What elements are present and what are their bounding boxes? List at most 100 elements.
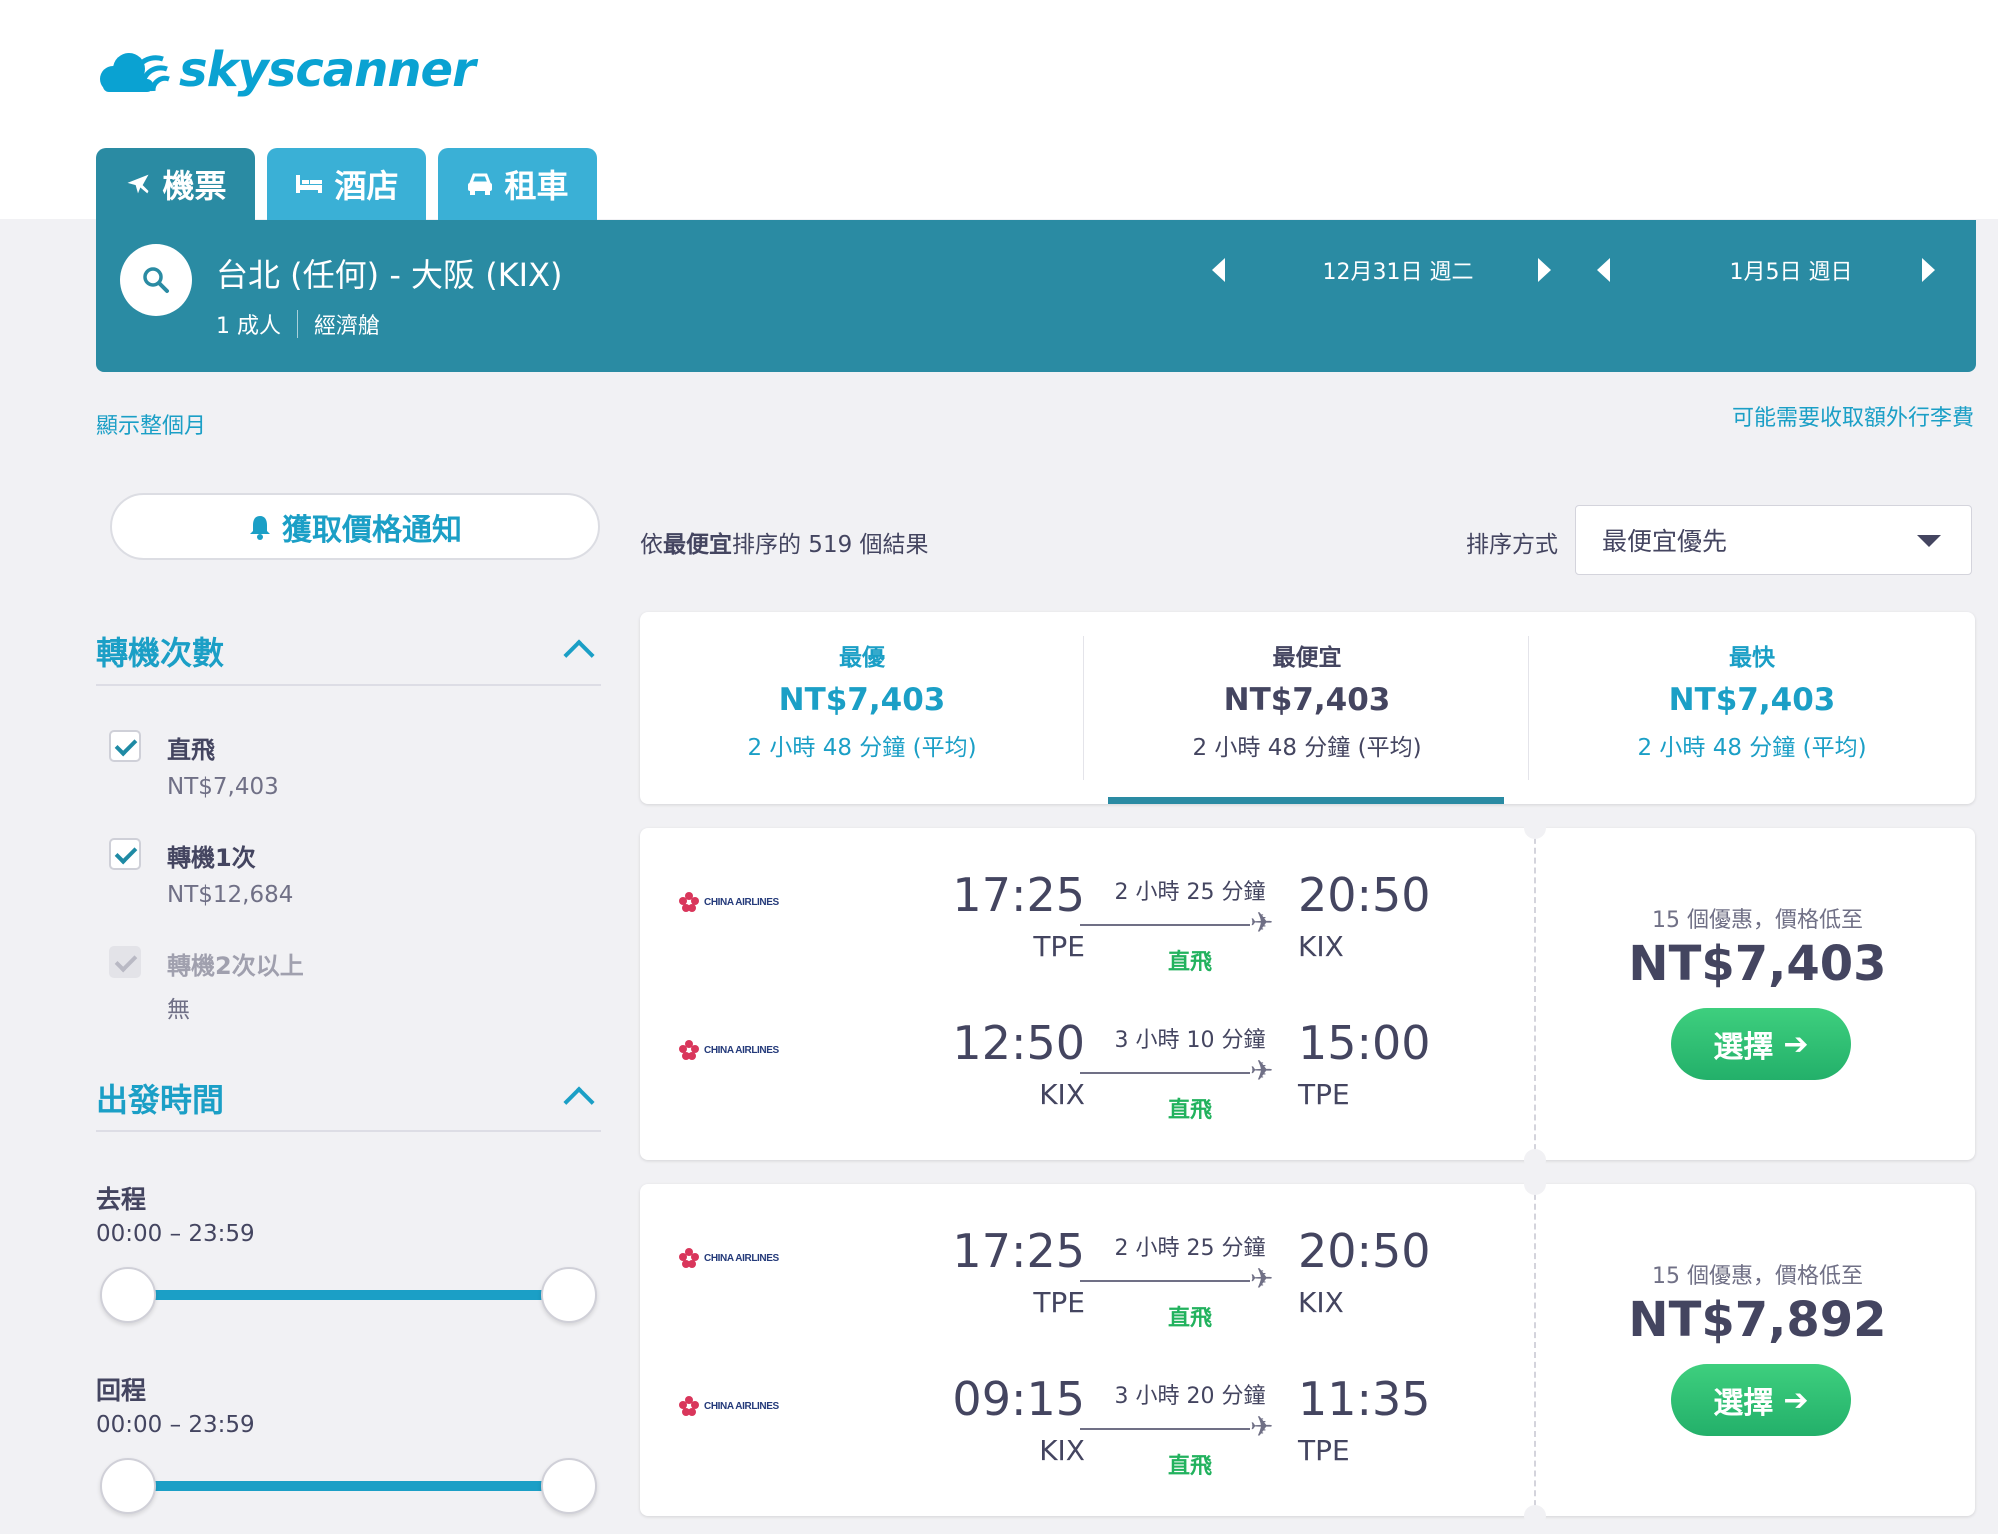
cabin-class: 經濟艙 <box>314 314 381 339</box>
summary-fastest[interactable]: 最快 NT$7,403 2 小時 48 分鐘 (平均) <box>1530 638 1974 762</box>
summary-duration: 2 小時 48 分鐘 (平均) <box>1637 735 1867 761</box>
caret-down-icon <box>1917 535 1941 547</box>
two-plus-stops-price: 無 <box>167 997 190 1023</box>
divider <box>96 684 601 686</box>
divider <box>1528 636 1529 780</box>
airline-logo: CHINA AIRLINES <box>678 1392 798 1420</box>
search-summary-bar[interactable]: 台北 (任何) - 大阪 (KIX) 1 成人 經濟艙 12月31日 週二 1月… <box>96 220 1976 372</box>
car-icon <box>468 173 493 195</box>
arrive-airport: KIX <box>1298 930 1344 963</box>
tab-car-hire[interactable]: 租車 <box>438 148 597 220</box>
arrive-airport: TPE <box>1298 1434 1350 1467</box>
outbound-label: 去程 <box>96 1185 147 1214</box>
depart-date[interactable]: 12月31日 週二 <box>1298 250 1498 290</box>
itinerary-card[interactable]: CHINA AIRLINES 17:25 TPE 2 小時 25 分鐘 ✈ 直飛… <box>640 817 1975 1171</box>
next-return-date <box>1922 250 1935 290</box>
chevron-up-icon[interactable] <box>563 639 595 671</box>
airline-name: CHINA AIRLINES <box>704 896 779 908</box>
sort-select[interactable]: 最便宜優先 <box>1575 505 1972 575</box>
depart-time: 17:25 <box>952 868 1085 922</box>
plane-icon: ✈ <box>1250 1054 1274 1087</box>
summary-duration: 2 小時 48 分鐘 (平均) <box>747 735 977 761</box>
outbound-leg: CHINA AIRLINES 17:25 TPE 2 小時 25 分鐘 ✈ 直飛… <box>640 1184 1530 1332</box>
prev-return-date <box>1597 250 1610 290</box>
flight-duration: 2 小時 25 分鐘 <box>1114 880 1266 905</box>
depart-time: 12:50 <box>952 1016 1085 1070</box>
flight-line <box>1080 1072 1250 1074</box>
arrow-right-icon: ➔ <box>1783 1382 1809 1418</box>
summary-price: NT$7,403 <box>778 682 946 718</box>
arrive-airport: TPE <box>1298 1078 1350 1111</box>
stops-label: 直飛 <box>1167 1454 1212 1479</box>
plane-icon <box>127 174 149 194</box>
skyscanner-logo[interactable]: skyscanner <box>95 40 476 100</box>
separator <box>297 310 298 338</box>
chevron-up-icon[interactable] <box>563 1086 595 1118</box>
product-tabs: 機票 酒店 租車 <box>96 148 597 220</box>
inbound-slider-max-handle[interactable] <box>541 1458 597 1514</box>
tab-hotels[interactable]: 酒店 <box>267 148 426 220</box>
arrive-airport: KIX <box>1298 1286 1344 1319</box>
airline-logo: CHINA AIRLINES <box>678 888 798 916</box>
divider <box>1534 828 1536 1160</box>
summary-heading: 最便宜 <box>1272 645 1342 671</box>
summary-cheapest[interactable]: 最便宜 NT$7,403 2 小時 48 分鐘 (平均) <box>1085 638 1529 762</box>
inbound-slider-min-handle[interactable] <box>100 1458 156 1514</box>
summary-tabs: 最優 NT$7,403 2 小時 48 分鐘 (平均) 最便宜 NT$7,403… <box>640 612 1975 804</box>
next-return-date-icon[interactable] <box>1922 258 1935 282</box>
departure-times-title[interactable]: 出發時間 <box>96 1075 224 1121</box>
prev-return-date-icon[interactable] <box>1597 258 1610 282</box>
bed-icon <box>296 175 323 193</box>
results-sort-bold: 最便宜 <box>663 532 732 558</box>
direct-price: NT$7,403 <box>167 774 279 800</box>
price-alert-label: 獲取價格通知 <box>282 512 462 548</box>
show-whole-month-link[interactable]: 顯示整個月 <box>96 408 206 440</box>
stops-filter-title[interactable]: 轉機次數 <box>96 628 224 674</box>
inbound-slider-track[interactable] <box>127 1481 570 1491</box>
china-airlines-plum-icon <box>679 1248 699 1268</box>
next-depart-date <box>1538 250 1551 290</box>
baggage-fee-link[interactable]: 可能需要收取額外行李費 <box>1732 400 1974 432</box>
china-airlines-plum-icon <box>679 892 699 912</box>
price-alert-button[interactable]: 獲取價格通知 <box>110 493 600 560</box>
prev-depart-date-icon[interactable] <box>1212 258 1225 282</box>
divider <box>1534 1184 1536 1516</box>
one-stop-checkbox[interactable] <box>109 838 141 870</box>
return-date[interactable]: 1月5日 週日 <box>1691 250 1891 290</box>
search-button[interactable] <box>120 244 192 316</box>
direct-label: 直飛 <box>167 736 215 764</box>
airline-name: CHINA AIRLINES <box>704 1044 779 1056</box>
itinerary-card[interactable]: CHINA AIRLINES 17:25 TPE 2 小時 25 分鐘 ✈ 直飛… <box>640 1173 1975 1527</box>
summary-best[interactable]: 最優 NT$7,403 2 小時 48 分鐘 (平均) <box>640 638 1084 762</box>
outbound-slider-track[interactable] <box>127 1290 570 1300</box>
stops-label: 直飛 <box>1167 1098 1212 1123</box>
direct-checkbox[interactable] <box>109 730 141 762</box>
outbound-slider-min-handle[interactable] <box>100 1267 156 1323</box>
outbound-slider-max-handle[interactable] <box>541 1267 597 1323</box>
results-prefix: 依 <box>640 532 663 558</box>
depart-time: 17:25 <box>952 1224 1085 1278</box>
arrive-time: 20:50 <box>1298 1224 1431 1278</box>
depart-airport: KIX <box>1039 1078 1085 1111</box>
search-icon <box>143 267 169 293</box>
sort-value: 最便宜優先 <box>1602 527 1728 556</box>
tab-flights[interactable]: 機票 <box>96 148 255 220</box>
flight-duration: 3 小時 10 分鐘 <box>1114 1028 1266 1053</box>
active-tab-indicator <box>1108 797 1504 804</box>
tab-label: 機票 <box>162 167 227 205</box>
select-button[interactable]: 選擇 ➔ <box>1671 1364 1851 1436</box>
depart-airport: KIX <box>1039 1434 1085 1467</box>
cloud-sun-icon <box>100 53 170 92</box>
plane-icon: ✈ <box>1250 1262 1274 1295</box>
tab-label: 租車 <box>504 167 569 205</box>
inbound-label: 回程 <box>96 1376 147 1405</box>
outbound-leg: CHINA AIRLINES 17:25 TPE 2 小時 25 分鐘 ✈ 直飛… <box>640 828 1530 976</box>
select-button[interactable]: 選擇 ➔ <box>1671 1008 1851 1080</box>
return-leg: CHINA AIRLINES 12:50 KIX 3 小時 10 分鐘 ✈ 直飛… <box>640 976 1530 1124</box>
divider <box>96 1130 601 1132</box>
arrive-time: 11:35 <box>1298 1372 1431 1426</box>
return-leg: CHINA AIRLINES 09:15 KIX 3 小時 20 分鐘 ✈ 直飛… <box>640 1332 1530 1480</box>
one-stop-price: NT$12,684 <box>167 882 294 908</box>
next-depart-date-icon[interactable] <box>1538 258 1551 282</box>
outbound-range: 00:00 – 23:59 <box>96 1221 255 1247</box>
